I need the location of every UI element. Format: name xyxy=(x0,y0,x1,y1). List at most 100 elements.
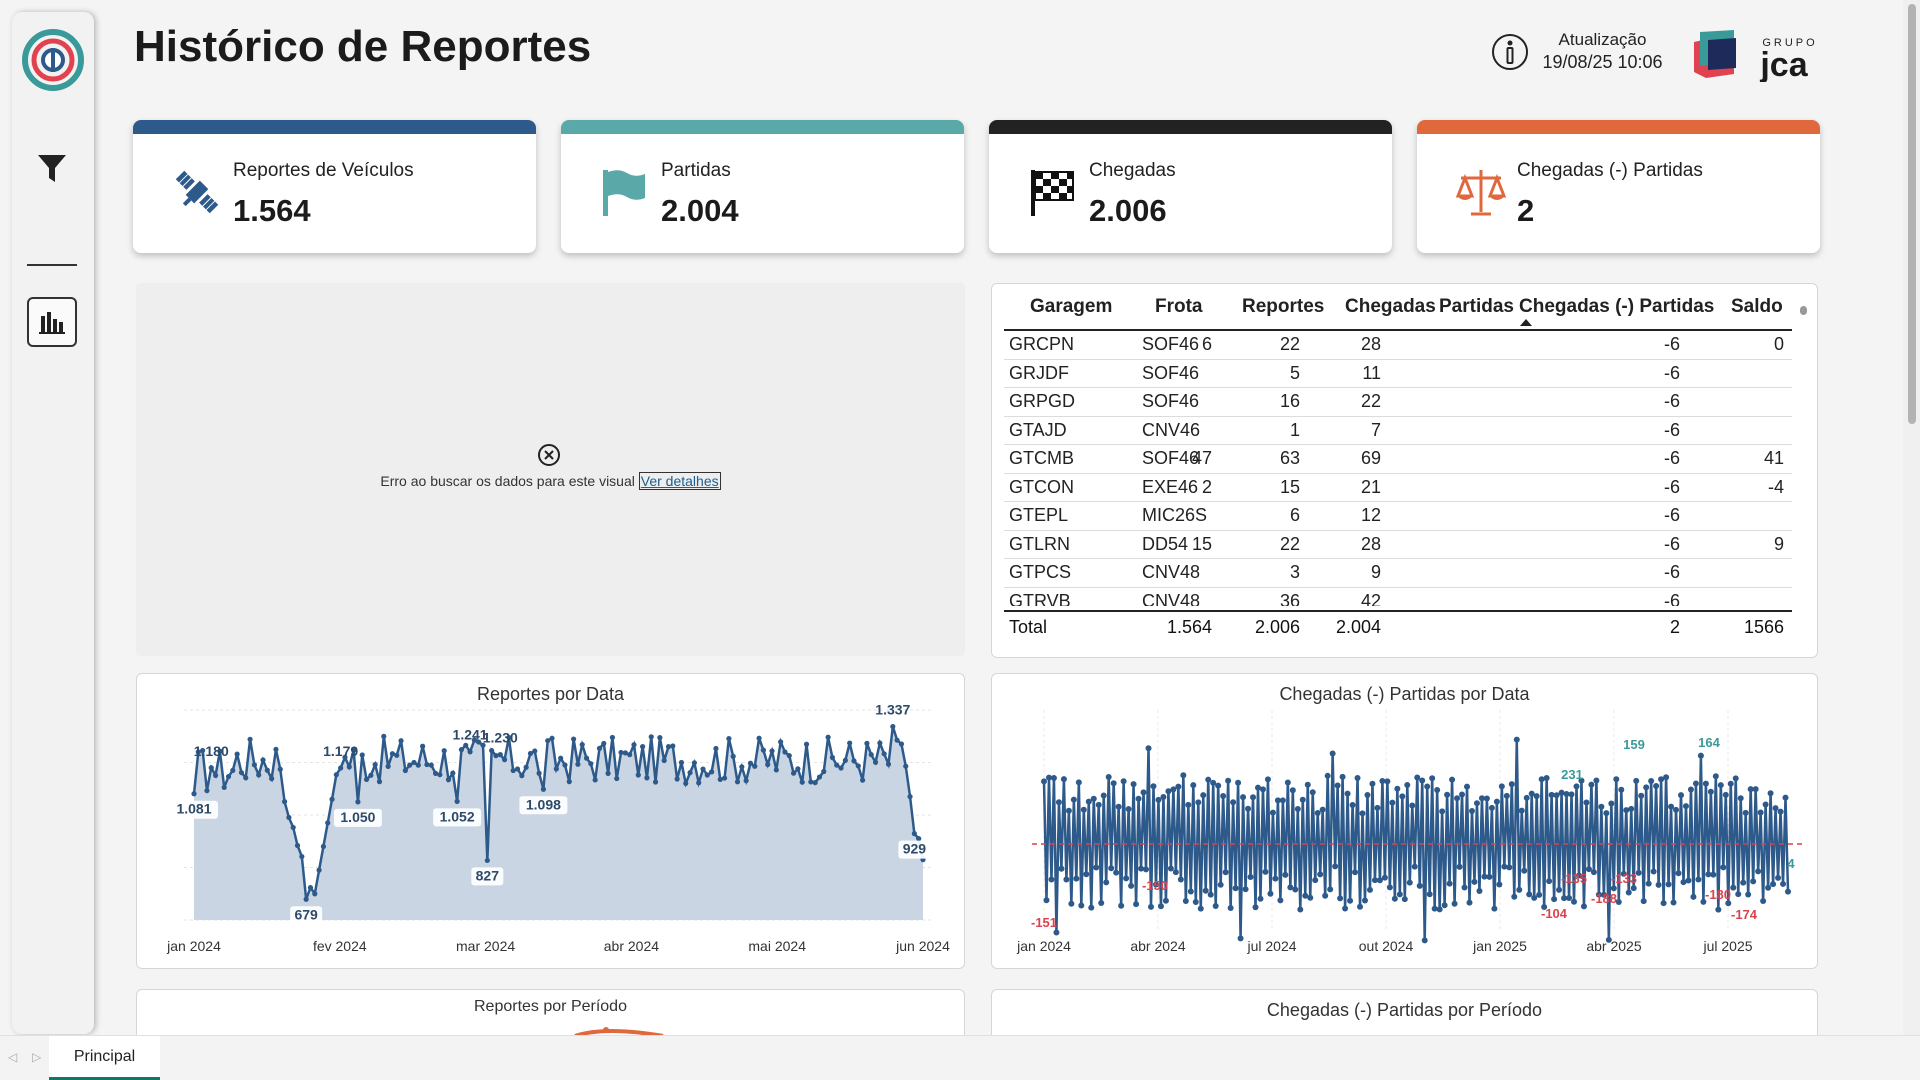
chart-saldo-por-data: Chegadas (-) Partidas por Data -151 -150 2… xyxy=(991,673,1818,969)
table-scrollbar[interactable] xyxy=(1800,306,1807,315)
info-icon[interactable] xyxy=(1490,32,1530,72)
data-point xyxy=(1551,896,1558,903)
col-header-garagem[interactable]: Garagem xyxy=(1030,296,1112,318)
tab-next-icon[interactable]: ▷ xyxy=(32,1050,41,1064)
data-point xyxy=(601,740,607,747)
data-point xyxy=(1197,905,1204,912)
x-tick-label: jan 2025 xyxy=(1472,938,1527,954)
data-label: 1.180 xyxy=(194,743,229,759)
charts-page-button[interactable] xyxy=(27,297,77,347)
data-point xyxy=(1531,894,1538,901)
cell-frota: SOF46 xyxy=(1142,391,1200,411)
ver-detalhes-link[interactable]: Ver detalhes xyxy=(638,472,721,490)
data-point xyxy=(1215,782,1222,789)
data-point xyxy=(786,753,792,759)
data-point xyxy=(1304,781,1311,788)
cell-frota: CNV46 xyxy=(1142,419,1201,440)
data-point xyxy=(1220,793,1227,800)
data-point xyxy=(1267,890,1274,897)
cell-chegadas: 63 xyxy=(1279,448,1300,468)
data-point xyxy=(411,759,417,766)
col-header-frota[interactable]: Frota xyxy=(1155,296,1203,318)
cell-chegadas: 1 xyxy=(1289,419,1300,440)
table-row[interactable]: GTLRN DD54 15 22 28 -6 9 xyxy=(1004,531,1792,559)
cell-chegadas-partidas: -6 xyxy=(1663,476,1680,497)
data-point xyxy=(238,769,245,776)
table-row[interactable]: GRPGD SOF46 16 22 -6 xyxy=(1004,388,1792,417)
data-point xyxy=(1583,799,1590,806)
cell-garagem: GTAJD xyxy=(1009,419,1067,440)
tab-principal[interactable]: Principal xyxy=(49,1036,160,1080)
table-row[interactable]: GTCON EXE46 2 15 21 -6 -4 xyxy=(1004,474,1792,502)
data-point xyxy=(1120,778,1127,785)
data-point xyxy=(911,831,917,837)
table-row[interactable]: GTRVB CNV48 36 42 -6 xyxy=(1004,588,1792,607)
data-point xyxy=(1093,864,1100,871)
data-point xyxy=(1426,891,1433,898)
table-row[interactable]: GRJDF SOF46 5 11 -6 xyxy=(1004,360,1792,388)
data-point xyxy=(1593,777,1600,784)
data-point xyxy=(450,770,456,776)
col-header-chegadas[interactable]: Chegadas xyxy=(1345,296,1436,318)
cell-garagem: GTCMB xyxy=(1009,448,1074,468)
data-label: 231 xyxy=(1561,767,1583,782)
col-header-saldo[interactable]: Saldo xyxy=(1731,296,1783,318)
data-point xyxy=(1264,776,1271,783)
table-row[interactable]: GRCPN SOF46 6 22 28 -6 0 xyxy=(1004,331,1792,360)
data-point xyxy=(1381,874,1388,881)
data-point xyxy=(1451,900,1458,907)
data-point xyxy=(661,757,667,764)
cell-frota: DD54 xyxy=(1142,533,1189,554)
data-label: 1.052 xyxy=(440,808,475,824)
col-header-chegadas-partidas[interactable]: Chegadas (-) Partidas xyxy=(1519,296,1714,318)
data-point xyxy=(549,735,555,741)
data-point xyxy=(437,772,443,778)
col-header-partidas[interactable]: Partidas xyxy=(1439,296,1514,318)
data-point xyxy=(247,736,253,742)
page-scrollbar[interactable] xyxy=(1903,0,1920,1040)
data-point xyxy=(1459,791,1466,798)
table-row[interactable]: GTCMB SOF46 47 63 69 -6 41 xyxy=(1004,445,1792,474)
data-point xyxy=(1767,790,1774,797)
page-scrollbar-thumb[interactable] xyxy=(1908,4,1916,424)
data-point xyxy=(1145,745,1152,752)
data-point xyxy=(1573,783,1580,790)
data-point xyxy=(570,736,577,742)
table-row[interactable]: GTEPL MIC26S 6 12 -6 xyxy=(1004,502,1792,531)
satellite-icon xyxy=(175,170,219,214)
tab-prev-icon[interactable]: ◁ xyxy=(8,1050,17,1064)
data-point xyxy=(1618,786,1625,793)
data-point xyxy=(1070,796,1077,803)
data-point xyxy=(532,748,538,754)
data-point xyxy=(1755,868,1762,875)
x-tick-label: mar 2024 xyxy=(456,938,515,954)
data-point xyxy=(1543,775,1550,782)
data-point xyxy=(394,752,400,758)
table-row[interactable]: GTPCS CNV48 3 9 -6 xyxy=(1004,559,1792,588)
data-point xyxy=(1384,778,1391,785)
error-close-icon xyxy=(538,444,560,466)
data-point xyxy=(721,775,728,781)
cell-chegadas-partidas: -6 xyxy=(1663,334,1680,354)
data-point xyxy=(903,763,909,769)
data-point xyxy=(1314,810,1321,817)
data-point xyxy=(1150,783,1157,790)
data-point xyxy=(1404,781,1411,788)
data-label: 164 xyxy=(1698,735,1720,750)
data-point xyxy=(1182,897,1189,904)
series-line xyxy=(1042,739,1790,941)
data-point xyxy=(234,751,240,757)
data-point xyxy=(803,741,810,747)
table-row[interactable]: GTAJD CNV46 1 7 -6 xyxy=(1004,417,1792,445)
data-point xyxy=(1436,906,1443,913)
x-tick-label: abr 2024 xyxy=(1130,938,1185,954)
data-point xyxy=(407,762,413,768)
total-partidas: 2.004 xyxy=(1335,617,1381,637)
data-point xyxy=(1780,880,1787,887)
data-point xyxy=(230,767,236,773)
area-fill xyxy=(194,726,923,920)
error-text: Erro ao buscar os dados para este visual xyxy=(380,473,635,489)
data-point xyxy=(743,778,749,784)
filter-icon[interactable] xyxy=(36,152,68,186)
col-header-reportes[interactable]: Reportes xyxy=(1242,296,1324,318)
